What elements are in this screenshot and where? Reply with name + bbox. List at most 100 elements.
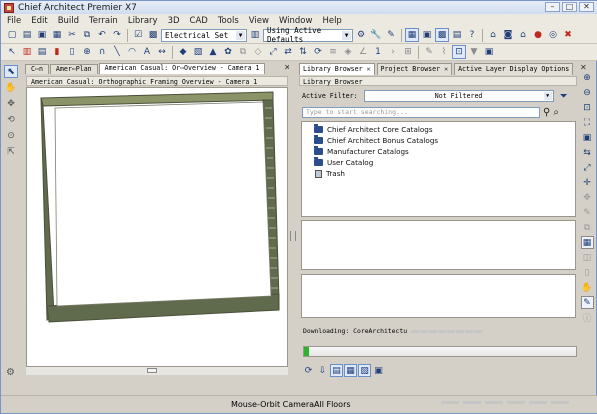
layer-display-icon[interactable]: ▩ <box>146 28 160 42</box>
page-icon[interactable]: ▯ <box>581 266 594 279</box>
maximize-button[interactable]: □ <box>562 2 577 12</box>
swap-view-icon[interactable]: ⇆ <box>581 146 594 159</box>
menu-build[interactable]: Build <box>58 16 79 26</box>
close-tab-icon[interactable]: ✕ <box>444 65 448 73</box>
next-icon[interactable]: › <box>386 45 400 59</box>
pointer-icon[interactable]: ↖ <box>5 45 19 59</box>
floor-plan-view-icon[interactable]: ▦ <box>405 28 419 42</box>
snap-icon[interactable]: ◈ <box>341 45 355 59</box>
preview-toggle-icon[interactable]: ▣ <box>372 364 385 377</box>
zoom-value[interactable]: 1 <box>371 45 385 59</box>
reflect-icon[interactable]: ⇅ <box>296 45 310 59</box>
view-icon[interactable]: ◫ <box>581 251 594 264</box>
splitter-grip[interactable] <box>290 231 296 241</box>
dimension-tool-icon[interactable]: ↔ <box>155 45 169 59</box>
tab-project-browser[interactable]: Project Browser ✕ <box>376 63 453 75</box>
angle-icon[interactable]: ∠ <box>356 45 370 59</box>
layer-properties-icon[interactable]: ▥ <box>248 28 262 42</box>
line-tool-icon[interactable]: ╲ <box>110 45 124 59</box>
layer-set-icon[interactable]: ☑ <box>131 28 145 42</box>
view-grid-icon[interactable]: ▦ <box>344 364 357 377</box>
open-icon[interactable]: ▤ <box>20 28 34 42</box>
rotate-icon[interactable]: ⟳ <box>311 45 325 59</box>
menu-library[interactable]: Library <box>128 16 158 26</box>
redo-icon[interactable]: ↷ <box>110 28 124 42</box>
pan-hand-icon[interactable]: ✋ <box>4 81 18 94</box>
brush-icon[interactable]: ⌇ <box>437 45 451 59</box>
menu-3d[interactable]: 3D <box>168 16 180 26</box>
camera-icon[interactable]: ◙ <box>501 28 515 42</box>
advanced-search-icon[interactable]: ⌕ <box>553 107 559 119</box>
copy-paste-icon[interactable]: ⧉ <box>236 45 250 59</box>
minimize-button[interactable]: – <box>545 2 560 12</box>
library-icon[interactable]: ▧ <box>191 45 205 59</box>
search-icon[interactable]: ⚲ <box>543 107 550 119</box>
camera-orbit-icon[interactable]: ⟲ <box>4 113 18 126</box>
plant-icon[interactable]: ✿ <box>221 45 235 59</box>
list-item[interactable]: User Catalog <box>314 157 575 168</box>
print-icon[interactable]: ▦ <box>50 28 64 42</box>
fill-all-icon[interactable]: ▣ <box>581 131 594 144</box>
tab-plan[interactable]: C⋯n <box>25 64 49 74</box>
copy-icon[interactable]: ⧉ <box>80 28 94 42</box>
camera-view-icon[interactable]: ▣ <box>420 28 434 42</box>
lock-icon[interactable]: ⊞ <box>401 45 415 59</box>
fill-window-icon[interactable]: ⛶ <box>581 116 594 129</box>
active-filter-dropdown[interactable]: Not Filtered ▼ <box>363 90 554 102</box>
default-settings-icon[interactable]: ⚙ <box>354 28 368 42</box>
door-tool-icon[interactable]: ▮ <box>50 45 64 59</box>
undo-icon[interactable]: ↶ <box>95 28 109 42</box>
menu-edit[interactable]: Edit <box>31 16 47 26</box>
pencil-gray-icon[interactable]: ✎ <box>581 206 594 219</box>
camera-walk-icon[interactable]: ⇱ <box>4 145 18 158</box>
preview-3d-icon[interactable]: ▦ <box>580 236 594 249</box>
reverse-icon[interactable]: ⇄ <box>281 45 295 59</box>
settings-gear-icon[interactable]: ⚙ <box>6 367 15 378</box>
framing-view-icon[interactable]: ▩ <box>435 28 449 42</box>
list-item[interactable]: Chief Architect Bonus Catalogs <box>314 135 575 146</box>
fit-view-icon[interactable]: ⤢ <box>581 161 594 174</box>
terrain-icon[interactable]: ▲ <box>206 45 220 59</box>
dimension-defaults-icon[interactable]: ⊡ <box>452 45 466 59</box>
menu-help[interactable]: Help <box>322 16 341 26</box>
house-view-icon[interactable]: ⌂ <box>486 28 500 42</box>
list-item[interactable]: Chief Architect Core Catalogs <box>314 124 575 135</box>
tab-active-layer-display[interactable]: Active Layer Display Options <box>454 63 574 75</box>
help-icon[interactable]: ? <box>465 28 479 42</box>
list-item[interactable]: Trash <box>314 168 575 179</box>
layout-icon[interactable]: ▤ <box>450 28 464 42</box>
display-options-icon[interactable]: ▣ <box>482 45 496 59</box>
menu-cad[interactable]: CAD <box>190 16 208 26</box>
edit-item-icon[interactable]: ✎ <box>580 296 594 309</box>
cabinet-icon[interactable]: ▤ <box>35 45 49 59</box>
tab-library-browser[interactable]: Library Browser ✕ <box>299 63 375 75</box>
text-tool-icon[interactable]: A <box>140 45 154 59</box>
arc-tool-icon[interactable]: ◠ <box>125 45 139 59</box>
hand-icon[interactable]: ✋ <box>581 281 594 294</box>
zoom-window-icon[interactable]: ⊡ <box>581 101 594 114</box>
menu-window[interactable]: Window <box>279 16 313 26</box>
menu-file[interactable]: File <box>7 16 21 26</box>
select-tool-icon[interactable]: ✎ <box>384 28 398 42</box>
zoom-out-icon[interactable]: ⊖ <box>581 86 594 99</box>
info-icon[interactable]: ⓘ <box>581 311 594 324</box>
3d-view-canvas[interactable] <box>26 87 288 367</box>
camera-dolly-icon[interactable]: ⊙ <box>4 129 18 142</box>
scrollbar-thumb[interactable] <box>147 368 157 373</box>
zoom-in-icon[interactable]: ⊕ <box>581 71 594 84</box>
view-list-icon[interactable]: ▤ <box>330 364 343 377</box>
eraser-icon[interactable]: ◇ <box>251 45 265 59</box>
fixture-icon[interactable]: ⊕ <box>80 45 94 59</box>
window-tool-icon[interactable]: ▯ <box>65 45 79 59</box>
defaults-dropdown[interactable]: Using Active Defaults ▼ <box>263 26 353 44</box>
menu-terrain[interactable]: Terrain <box>89 16 118 26</box>
pan-icon[interactable]: ✥ <box>581 191 594 204</box>
material-painter-icon[interactable]: ◆ <box>176 45 190 59</box>
save-icon[interactable]: ▣ <box>35 28 49 42</box>
stair-tool-icon[interactable]: ∩ <box>95 45 109 59</box>
pen-icon[interactable]: ✎ <box>422 45 436 59</box>
align-icon[interactable]: ≡ <box>326 45 340 59</box>
import-icon[interactable]: ⇩ <box>316 364 329 377</box>
horizontal-scrollbar[interactable] <box>26 367 288 375</box>
list-item[interactable]: Manufacturer Catalogs <box>314 146 575 157</box>
